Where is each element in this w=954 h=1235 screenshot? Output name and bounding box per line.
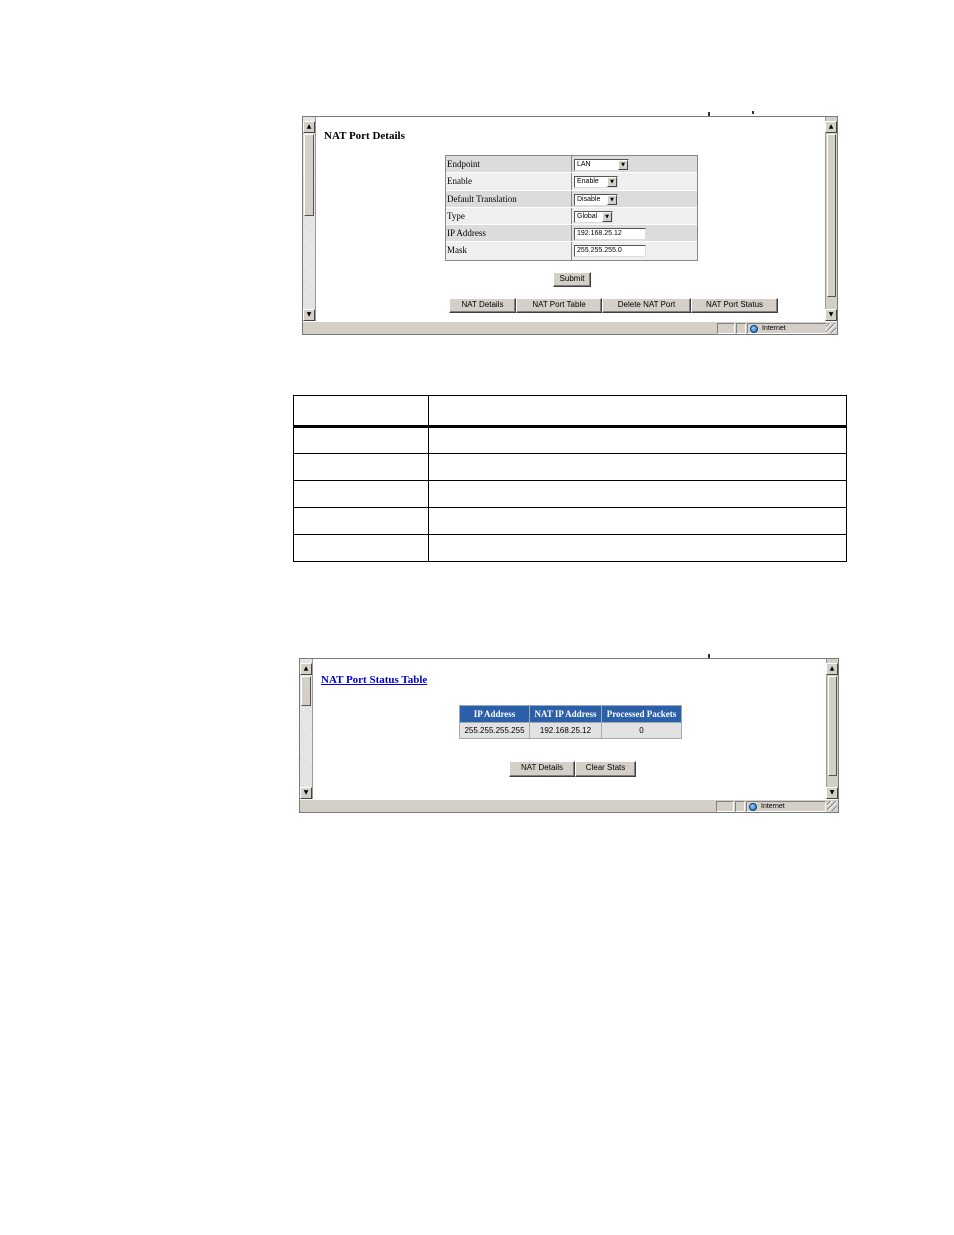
nat-port-status-table: IP Address NAT IP Address Processed Pack… (459, 705, 682, 739)
enable-select[interactable]: Enable ▼ (574, 176, 618, 189)
security-zone: Internet (747, 323, 827, 334)
form-row-default-translation: Default Translation Disable ▼ (446, 190, 697, 208)
table-row (293, 453, 847, 481)
table-cell (428, 534, 847, 562)
form-row-ip-address: IP Address 192.168.25.12 (446, 225, 697, 243)
endpoint-select[interactable]: LAN ▼ (574, 159, 629, 171)
form-row-endpoint: Endpoint LAN ▼ (446, 156, 697, 174)
scroll-down-icon[interactable]: ▼ (300, 787, 312, 799)
nat-details-button[interactable]: NAT Details (509, 761, 575, 777)
table-header-row: IP Address NAT IP Address Processed Pack… (459, 705, 682, 723)
status-pane (735, 801, 745, 812)
chevron-down-icon[interactable]: ▼ (602, 211, 612, 222)
table-cell (428, 426, 847, 454)
scroll-up-icon[interactable]: ▲ (825, 121, 837, 133)
mask-field[interactable]: 255.255.255.0 (574, 245, 646, 258)
table-cell (428, 395, 847, 428)
table-cell (428, 507, 847, 535)
table-row: 255.255.255.255 192.168.25.12 0 (459, 722, 682, 739)
column-header: IP Address (459, 705, 530, 723)
table-cell (293, 480, 429, 508)
nat-details-button[interactable]: NAT Details (449, 298, 516, 313)
nat-port-table-button[interactable]: NAT Port Table (516, 298, 602, 313)
scroll-up-icon[interactable]: ▲ (826, 663, 838, 675)
table-cell (293, 507, 429, 535)
status-pane (736, 323, 746, 334)
resize-grip-icon[interactable] (826, 323, 836, 333)
table-cell: 255.255.255.255 (459, 722, 530, 739)
submit-button[interactable]: Submit (553, 272, 591, 287)
status-pane (717, 323, 735, 334)
table-cell: 0 (601, 722, 682, 739)
table-cell (293, 395, 429, 428)
globe-icon (749, 803, 757, 811)
type-select[interactable]: Global ▼ (574, 210, 613, 223)
clear-stats-button[interactable]: Clear Stats (575, 761, 636, 777)
scroll-up-icon[interactable]: ▲ (300, 663, 312, 675)
page-content: NAT Port Details Endpoint LAN ▼ Enable E… (317, 117, 825, 321)
table-cell (293, 426, 429, 454)
nat-port-status-button[interactable]: NAT Port Status (691, 298, 778, 313)
page-content: NAT Port Status Table IP Address NAT IP … (314, 659, 826, 799)
globe-icon (750, 325, 758, 333)
scroll-down-icon[interactable]: ▼ (825, 309, 837, 321)
status-bar: Internet (300, 799, 838, 812)
field-label: Type (446, 207, 572, 225)
scroll-down-icon[interactable]: ▼ (303, 309, 315, 321)
nat-port-form: Endpoint LAN ▼ Enable Enable ▼ Default T… (445, 155, 698, 261)
table-cell (293, 453, 429, 481)
delete-nat-port-button[interactable]: Delete NAT Port (602, 298, 691, 313)
security-zone: Internet (746, 801, 826, 812)
status-pane (716, 801, 734, 812)
table-row (293, 507, 847, 535)
right-scrollbar[interactable]: ▲ ▼ (826, 659, 838, 799)
status-bar: Internet (303, 321, 837, 334)
chevron-down-icon[interactable]: ▼ (618, 160, 628, 170)
field-label: Enable (446, 173, 572, 190)
left-frame-scrollbar[interactable]: ▲ ▼ (303, 117, 316, 321)
scrollbar-thumb[interactable] (827, 134, 836, 297)
resize-grip-icon[interactable] (827, 801, 837, 811)
left-frame-scrollbar[interactable]: ▲ ▼ (300, 659, 313, 799)
form-row-mask: Mask 255.255.255.0 (446, 242, 697, 260)
right-scrollbar[interactable]: ▲ ▼ (825, 117, 837, 321)
form-row-enable: Enable Enable ▼ (446, 173, 697, 191)
page-title: NAT Port Details (324, 130, 405, 142)
field-label: Default Translation (446, 190, 572, 207)
table-row (293, 426, 847, 454)
table-header-row (293, 395, 847, 428)
table-cell (428, 453, 847, 481)
scrollbar-thumb[interactable] (828, 676, 837, 776)
scrollbar-thumb[interactable] (304, 134, 314, 216)
column-header: Processed Packets (601, 705, 682, 723)
table-cell (293, 534, 429, 562)
form-row-type: Type Global ▼ (446, 207, 697, 226)
browser-window-nat-port-details: ▲ ▼ NAT Port Details Endpoint LAN ▼ Enab… (302, 116, 838, 335)
table-row (293, 480, 847, 508)
default-translation-select[interactable]: Disable ▼ (574, 193, 618, 206)
table-cell: 192.168.25.12 (529, 722, 602, 739)
page-title-link[interactable]: NAT Port Status Table (321, 674, 427, 686)
chevron-down-icon[interactable]: ▼ (607, 177, 617, 188)
field-label: IP Address (446, 225, 572, 242)
column-header: NAT IP Address (529, 705, 602, 723)
table-row (293, 534, 847, 562)
description-table (293, 395, 847, 562)
ip-address-field[interactable]: 192.168.25.12 (574, 228, 646, 241)
browser-window-nat-port-status: ▲ ▼ NAT Port Status Table IP Address NAT… (299, 658, 839, 813)
cursor-mark (752, 111, 754, 114)
scroll-up-icon[interactable]: ▲ (303, 121, 315, 133)
chevron-down-icon[interactable]: ▼ (607, 194, 617, 205)
table-cell (428, 480, 847, 508)
scroll-down-icon[interactable]: ▼ (826, 787, 838, 799)
field-label: Mask (446, 242, 572, 260)
field-label: Endpoint (446, 156, 572, 173)
scrollbar-thumb[interactable] (301, 676, 311, 706)
